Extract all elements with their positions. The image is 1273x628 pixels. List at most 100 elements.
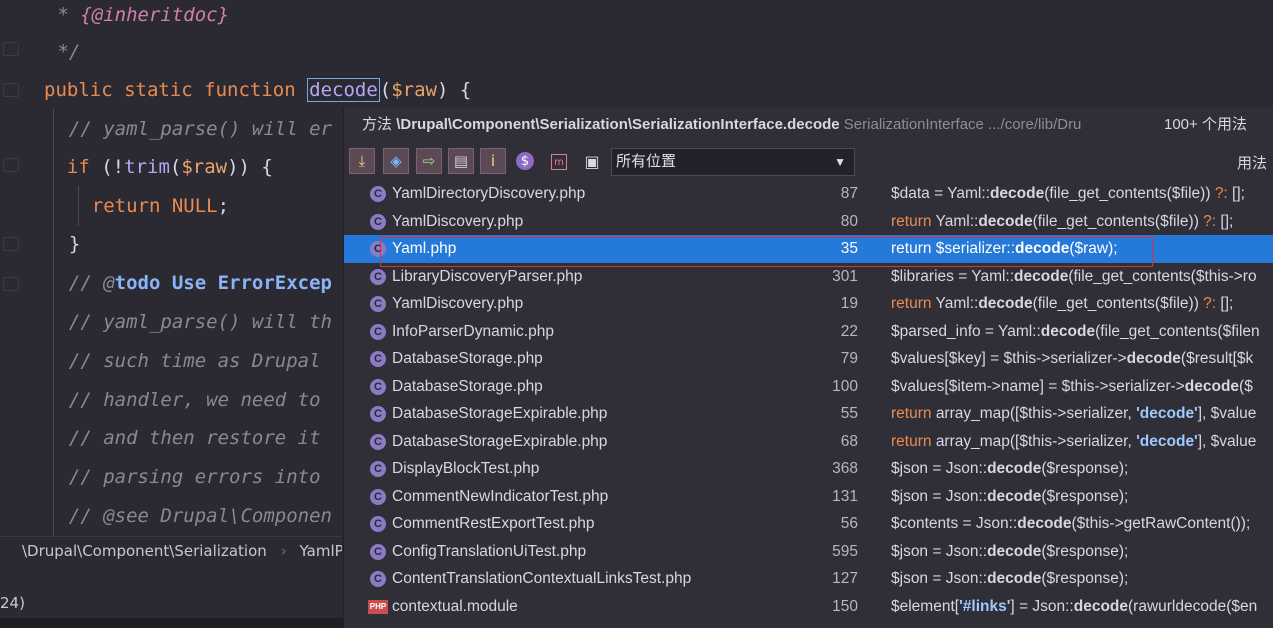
popup-header: 方法 \Drupal\Component\Serialization\Seria… [344,108,1273,142]
code-token: decode [1126,350,1181,367]
result-line-number: 68 [840,432,858,450]
code-token: []; [1220,295,1234,312]
result-row[interactable]: C YamlDirectoryDiscovery.php 87 $data = Yam… [344,180,1273,208]
result-filename: DisplayBlockTest.php [392,460,540,477]
code-token: ($result[$k [1180,350,1254,367]
result-filename: DatabaseStorage.php [392,350,543,367]
code-token: ($response); [1041,460,1129,477]
result-code-snippet: $contents = Json::decode($this->getRawCo… [891,510,1250,538]
result-line-number: 55 [840,405,858,422]
result-row[interactable]: C ConfigTranslationUiTest.php 595 $json = J… [344,538,1273,566]
settings-folder-icon[interactable]: ▤ [448,148,474,174]
fold-marker-icon[interactable] [3,42,19,56]
result-row[interactable]: C DisplayBlockTest.php 368 $json = Json::de… [344,455,1273,483]
code-line: // such time as Drupal [46,350,321,372]
save-icon[interactable]: ▣ [582,151,602,171]
result-line-number: 80 [840,212,858,230]
result-row[interactable]: C CommentRestExportTest.php 56 $contents = … [344,510,1273,538]
code-token: return [891,295,936,312]
result-row[interactable]: C DatabaseStorage.php 79 $values[$key] = $t… [344,345,1273,373]
selection-highlight [380,237,1153,267]
breadcrumb-class[interactable]: YamlPe [300,542,342,560]
code-token: []; [1232,185,1245,202]
result-code-snippet: $values[$key] = $this->serializer->decod… [891,345,1253,373]
class-icon: C [370,516,386,532]
code-token: 'decode' [1136,432,1198,450]
code-token: decode [1017,515,1072,532]
code-token: decode [1014,267,1069,285]
result-filename: CommentNewIndicatorTest.php [392,487,609,505]
result-line-number: 368 [832,460,858,477]
code-token: return [891,432,936,450]
result-row[interactable]: PHP contextual.module 150 $element['#links'… [344,593,1273,621]
fold-marker-icon[interactable] [3,277,19,291]
class-icon: C [370,323,386,340]
php-file-icon: PHP [368,599,388,614]
result-filename: InfoParserDynamic.php [392,322,554,340]
code-token: 'decode' [1136,405,1198,422]
class-icon: C [370,571,386,587]
result-row[interactable]: C DatabaseStorage.php 100 $values[$item->na… [344,373,1273,401]
result-code-snippet: $json = Json::decode($response); [891,483,1128,511]
result-filename: DatabaseStorageExpirable.php [392,405,608,422]
breadcrumb-namespace[interactable]: \Drupal\Component\Serialization [22,542,267,560]
code-line: // @todo Use ErrorExcep [46,272,332,294]
result-filename: DatabaseStorageExpirable.php [392,432,608,450]
scope-select[interactable]: 所有位置 ▼ [611,148,855,176]
fold-marker-icon[interactable] [3,237,19,251]
code-token: ], $value [1197,405,1257,422]
result-row[interactable]: C InfoParserDynamic.php 22 $parsed_info = Y… [344,318,1273,346]
navigate-icon[interactable]: ◈ [383,148,409,174]
popup-toolbar: ⤓ ◈ ⇨ ▤ i $ m ▣ 所有位置 ▼ 用法 [344,144,1273,178]
result-row[interactable]: C YamlDiscovery.php 80 return Yaml::decode(… [344,208,1273,236]
result-row[interactable]: C CommentNewIndicatorTest.php 131 $json = J… [344,483,1273,511]
code-token: (file_get_contents($file)) [1044,185,1215,202]
merge-icon[interactable]: ⤓ [349,148,375,174]
info-icon[interactable]: i [480,148,506,174]
result-line-number: 595 [832,542,858,560]
result-filename: YamlDiscovery.php [392,295,524,312]
code-token: (file_get_contents($filen [1095,322,1260,340]
dollar-icon[interactable]: $ [516,152,534,170]
result-code-snippet: $element['#links'] = Json::decode(rawurl… [891,593,1257,621]
result-line-number: 56 [840,515,858,532]
code-token: $data = Yaml:: [891,185,990,202]
result-filename: YamlDirectoryDiscovery.php [392,185,586,202]
result-filename: CommentRestExportTest.php [392,515,595,532]
result-line-number: 131 [832,487,858,505]
result-row[interactable]: C DatabaseStorageExpirable.php 55 return ar… [344,400,1273,428]
code-token: Yaml:: [935,295,979,312]
code-token: ($this->getRawContent()); [1071,515,1251,532]
fold-marker-icon[interactable] [3,158,19,172]
result-line-number: 79 [840,350,858,367]
method-filter-icon[interactable]: m [551,154,567,170]
result-code-snippet: $values[$item->name] = $this->serializer… [891,373,1253,401]
code-token: '#links' [959,597,1011,615]
result-row[interactable]: C DatabaseStorageExpirable.php 68 return ar… [344,428,1273,456]
code-line: // yaml_parse() will er [46,118,332,140]
fold-marker-icon[interactable] [3,83,19,97]
code-token: (rawurldecode($en [1128,597,1258,615]
result-row[interactable]: C ContentTranslationContextualLinksTest.p… [344,565,1273,593]
code-token: decode [987,487,1042,505]
code-token: decode [978,295,1033,312]
code-token: $values[$key] = $this->serializer-> [891,350,1127,367]
function-name: decode [307,78,380,102]
editor-gutter [0,0,22,540]
code-token: $contents = Json:: [891,515,1018,532]
code-line: // @see Drupal\Componen [46,505,332,527]
goto-icon[interactable]: ⇨ [416,148,442,174]
code-token: return [891,405,936,422]
result-row[interactable]: C YamlDiscovery.php 19 return Yaml::decode(… [344,290,1273,318]
code-token: $element[ [891,597,960,615]
code-token: []; [1220,212,1234,230]
code-token: decode [1040,322,1096,340]
code-token: decode [989,185,1045,202]
class-icon: C [370,433,386,450]
code-token: array_map([$this->serializer, [935,432,1137,450]
result-line-number: 19 [840,295,858,312]
code-token: Yaml:: [935,212,979,230]
result-line-number: 127 [832,570,858,587]
code-line: } [46,233,81,255]
code-token: ?: [1214,185,1233,202]
